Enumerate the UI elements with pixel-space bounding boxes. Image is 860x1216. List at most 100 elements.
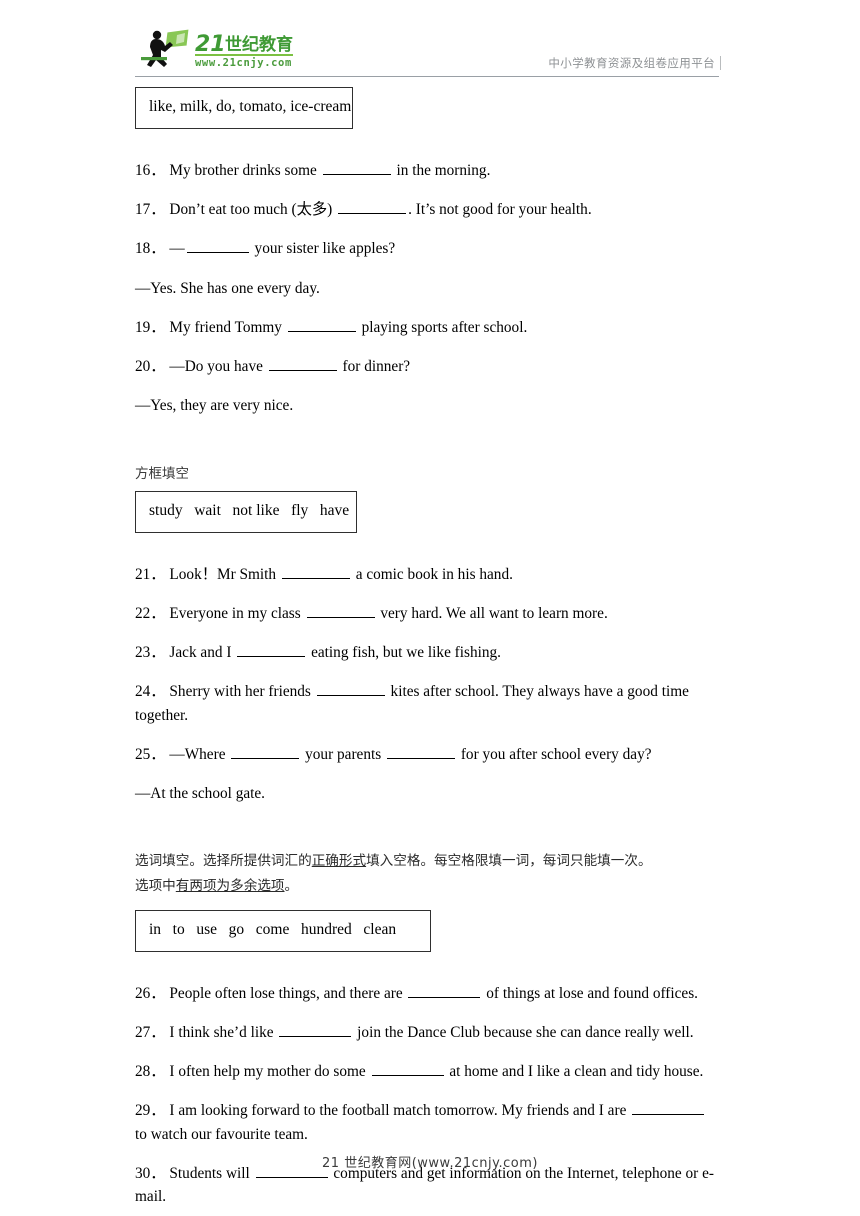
question-text: playing sports after school.: [357, 318, 528, 336]
answer-blank[interactable]: [237, 642, 306, 658]
question-row: 29． I am looking forward to the football…: [135, 1099, 719, 1146]
question-row: 18． — your sister like apples?: [135, 237, 719, 260]
answer-blank[interactable]: [231, 744, 300, 759]
wordbox-section2: study wait not like fly have: [135, 490, 357, 533]
question-text: Don’t eat too much (太多): [169, 201, 337, 219]
section3-instruction: 选词填空。选择所提供词汇的正确形式填入空格。每空格限填一词，每词只能填一次。 选…: [135, 849, 719, 899]
document-content: 21 世纪教育 www.21cnjy.com 中小学教育资源及组卷应用平台 li…: [135, 24, 721, 1209]
header-tagline: 中小学教育资源及组卷应用平台: [548, 56, 721, 70]
question-list-section3: 26． People often lose things, and there …: [135, 982, 719, 1209]
question-row: 20． —Do you have for dinner?: [135, 355, 719, 378]
question-number: 29．: [135, 1102, 170, 1120]
question-text: I think she’d like: [169, 1023, 278, 1041]
question-text: My friend Tommy: [169, 318, 286, 336]
question-number: 20．: [135, 358, 170, 376]
brand-logo: 21 世纪教育 www.21cnjy.com: [137, 26, 317, 72]
document-header: 21 世纪教育 www.21cnjy.com 中小学教育资源及组卷应用平台: [135, 24, 721, 77]
question-text: —Yes, they are very nice.: [135, 397, 294, 415]
running-person-icon: [147, 28, 190, 67]
question-row: —Yes. She has one every day.: [135, 277, 719, 300]
question-number: 25．: [135, 745, 170, 763]
answer-blank[interactable]: [306, 603, 375, 618]
answer-blank[interactable]: [371, 1061, 444, 1077]
answer-blank[interactable]: [279, 1022, 352, 1037]
question-number: 18．: [135, 240, 170, 258]
question-text: eating fish, but we like fishing.: [307, 644, 501, 662]
question-row: 21． Look！Mr Smith a comic book in his ha…: [135, 563, 719, 586]
question-text: your sister like apples?: [250, 240, 396, 258]
question-number: 26．: [135, 984, 170, 1002]
question-text: of things at lose and found offices.: [482, 984, 698, 1002]
question-number: 23．: [135, 644, 170, 662]
answer-blank[interactable]: [408, 982, 481, 998]
question-row: 26． People often lose things, and there …: [135, 982, 719, 1005]
instruction-text-c: 选项中: [135, 878, 176, 895]
question-text: very hard. We all want to learn more.: [376, 604, 608, 622]
svg-text:21: 21: [195, 32, 226, 57]
answer-blank[interactable]: [387, 744, 455, 759]
answer-blank[interactable]: [338, 199, 407, 215]
section2-label: 方框填空: [135, 465, 189, 482]
question-text: My brother drinks some: [169, 161, 321, 179]
question-text: —Yes. She has one every day.: [135, 279, 320, 297]
wordbox-section3: in to use go come hundred clean: [135, 909, 431, 952]
instruction-text-d: 。: [284, 878, 299, 895]
question-text: a comic book in his hand.: [351, 565, 513, 583]
question-row: 25． —Where your parents for you after sc…: [135, 743, 719, 766]
instruction-underline-a: 正确形式: [311, 853, 367, 870]
question-text: Jack and I: [169, 644, 236, 662]
question-row: —At the school gate.: [135, 782, 719, 805]
question-text: —Where: [169, 745, 230, 763]
answer-blank[interactable]: [322, 160, 391, 175]
question-row: 19． My friend Tommy playing sports after…: [135, 316, 719, 339]
question-text: I often help my mother do some: [169, 1063, 370, 1081]
question-text: join the Dance Club because she can danc…: [353, 1023, 694, 1041]
question-number: 16．: [135, 161, 170, 179]
question-list-section1: 16． My brother drinks some in the mornin…: [135, 159, 719, 418]
question-text: Look！Mr Smith: [169, 565, 280, 583]
document-footer: 21 世纪教育网(www.21cnjy.com): [322, 1156, 538, 1171]
svg-text:世纪教育: 世纪教育: [225, 34, 293, 55]
answer-blank[interactable]: [632, 1100, 705, 1116]
question-row: 22． Everyone in my class very hard. We a…: [135, 602, 719, 625]
answer-blank[interactable]: [287, 317, 356, 332]
question-number: 24．: [135, 683, 170, 701]
question-text: —At the school gate.: [135, 785, 265, 803]
instruction-text-b: 填入空格。每空格限填一词，每词只能填一次。: [366, 853, 652, 870]
question-row: 24． Sherry with her friends kites after …: [135, 680, 719, 727]
svg-text:www.21cnjy.com: www.21cnjy.com: [195, 57, 292, 69]
question-number: 17．: [135, 201, 170, 219]
question-number: 22．: [135, 604, 170, 622]
question-text: at home and I like a clean and tidy hous…: [445, 1063, 704, 1081]
answer-blank[interactable]: [281, 564, 350, 579]
question-row: —Yes, they are very nice.: [135, 394, 719, 417]
question-text: in the morning.: [392, 161, 491, 179]
instruction-underline-b: 有两项为多余选项: [175, 878, 285, 895]
question-text: —: [169, 240, 185, 258]
question-number: 27．: [135, 1023, 170, 1041]
question-text: your parents: [301, 745, 385, 763]
instruction-text-a: 选词填空。选择所提供词汇的: [135, 853, 312, 870]
question-number: 28．: [135, 1063, 170, 1081]
question-row: 17． Don’t eat too much (太多) . It’s not g…: [135, 198, 719, 221]
question-row: 16． My brother drinks some in the mornin…: [135, 159, 719, 182]
answer-blank[interactable]: [316, 681, 385, 697]
question-text: —Do you have: [169, 358, 267, 376]
wordbox-section1: like, milk, do, tomato, ice-cream: [135, 87, 353, 129]
question-row: 23． Jack and I eating fish, but we like …: [135, 641, 719, 664]
question-text: to watch our favourite team.: [135, 1125, 308, 1143]
question-text: . It’s not good for your health.: [408, 201, 592, 219]
question-text: for dinner?: [338, 358, 411, 376]
question-number: 19．: [135, 318, 170, 336]
question-number: 21．: [135, 565, 170, 583]
question-row: 27． I think she’d like join the Dance Cl…: [135, 1021, 719, 1044]
document-page: 21 世纪教育 www.21cnjy.com 中小学教育资源及组卷应用平台 li…: [0, 0, 860, 1216]
question-text: for you after school every day?: [457, 745, 652, 763]
question-text: I am looking forward to the football mat…: [169, 1102, 631, 1120]
answer-blank[interactable]: [268, 356, 337, 372]
question-text: Everyone in my class: [169, 604, 305, 622]
question-row: 28． I often help my mother do some at ho…: [135, 1060, 719, 1083]
question-text: Sherry with her friends: [169, 683, 315, 701]
question-list-section2: 21． Look！Mr Smith a comic book in his ha…: [135, 563, 719, 806]
answer-blank[interactable]: [186, 238, 249, 254]
